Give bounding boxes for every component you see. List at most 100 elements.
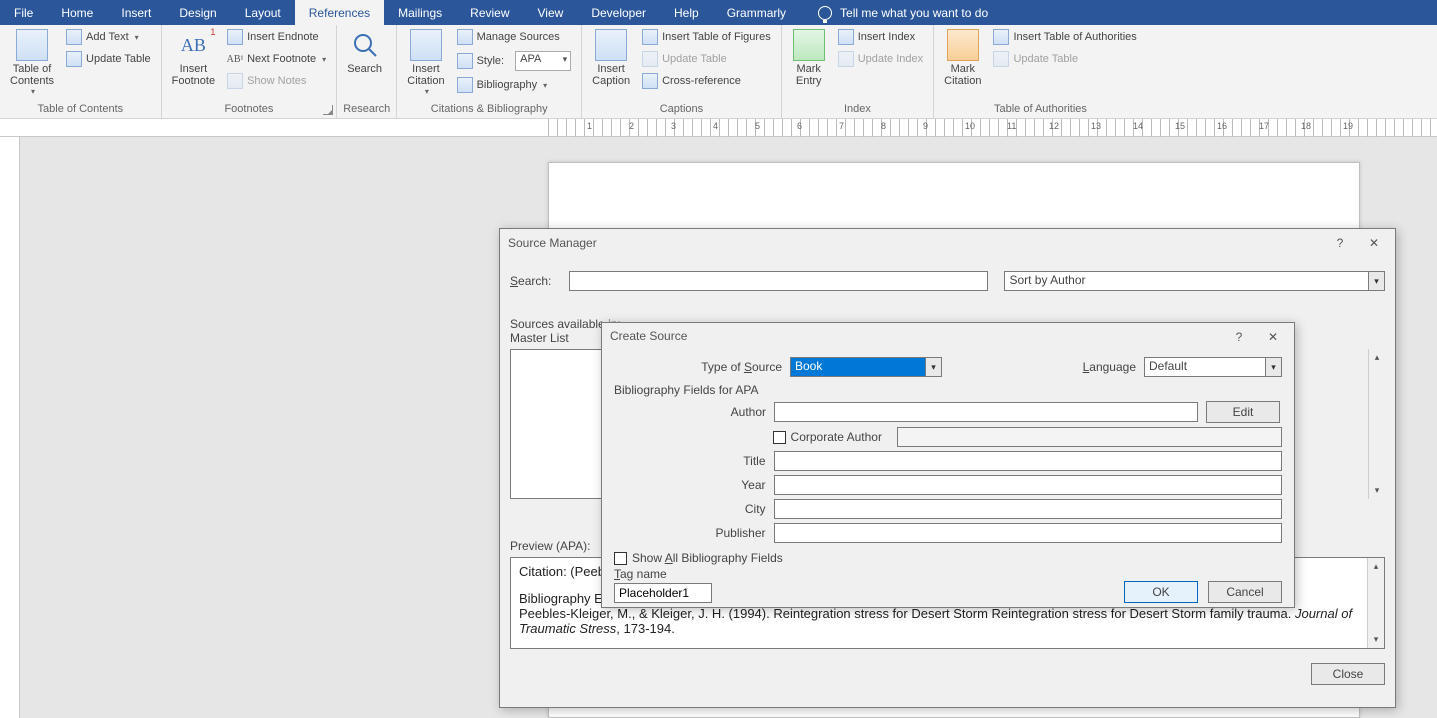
tab-home[interactable]: Home [47, 0, 107, 25]
footnote-icon: AB1 [177, 29, 209, 61]
insert-toa-button[interactable]: Insert Table of Authorities [989, 27, 1140, 47]
tab-layout[interactable]: Layout [231, 0, 295, 25]
title-input[interactable] [774, 451, 1282, 471]
language-dropdown[interactable]: Default▾ [1144, 357, 1282, 377]
update-index-button[interactable]: Update Index [834, 49, 927, 69]
update-table-label: Update Table [86, 53, 151, 65]
style-dropdown[interactable]: APA [515, 51, 571, 71]
chevron-down-icon: ▾ [425, 87, 429, 96]
show-notes-label: Show Notes [247, 75, 306, 87]
style-label: Style: [477, 55, 505, 67]
table-of-contents-button[interactable]: Table of Contents ▾ [6, 27, 58, 101]
author-label: Author [614, 405, 774, 419]
tab-references[interactable]: References [295, 0, 384, 25]
sort-by-dropdown[interactable]: Sort by Author▾ [1004, 271, 1385, 291]
update-tof-label: Update Table [662, 53, 727, 65]
cancel-button[interactable]: Cancel [1208, 581, 1282, 603]
ruler-number: 6 [797, 121, 802, 131]
current-list-scrollbar[interactable]: ▴ ▾ [1368, 349, 1385, 499]
corporate-author-checkbox[interactable]: Corporate Author [773, 430, 892, 444]
scroll-up-icon[interactable]: ▴ [1368, 558, 1384, 575]
ruler-number: 19 [1343, 121, 1353, 131]
year-input[interactable] [774, 475, 1282, 495]
type-of-source-dropdown[interactable]: Book▾ [790, 357, 942, 377]
tab-review[interactable]: Review [456, 0, 523, 25]
add-text-icon [66, 29, 82, 45]
author-input[interactable] [774, 402, 1198, 422]
edit-author-button[interactable]: Edit [1206, 401, 1280, 423]
update-tof-button[interactable]: Update Table [638, 49, 775, 69]
ok-button[interactable]: OK [1124, 581, 1198, 603]
help-icon[interactable]: ? [1222, 323, 1256, 351]
scroll-up-icon[interactable]: ▴ [1369, 349, 1385, 366]
scroll-down-icon[interactable]: ▾ [1369, 482, 1385, 499]
source-manager-titlebar[interactable]: Source Manager ? ✕ [500, 229, 1395, 257]
close-icon[interactable]: ✕ [1357, 229, 1391, 257]
show-notes-button[interactable]: Show Notes [223, 71, 330, 91]
tab-developer[interactable]: Developer [577, 0, 660, 25]
cross-reference-button[interactable]: Cross-reference [638, 71, 775, 91]
search-label: Search: [510, 274, 559, 288]
insert-footnote-button[interactable]: AB1 Insert Footnote [168, 27, 219, 101]
tell-me[interactable]: Tell me what you want to do [818, 0, 988, 25]
close-button[interactable]: Close [1311, 663, 1385, 685]
search-input[interactable] [569, 271, 988, 291]
insert-caption-button[interactable]: Insert Caption [588, 27, 634, 101]
update-toa-button[interactable]: Update Table [989, 49, 1140, 69]
bibliography-button[interactable]: Bibliography▾ [453, 75, 576, 95]
add-text-button[interactable]: Add Text▾ [62, 27, 155, 47]
footnotes-dialog-launcher[interactable] [323, 105, 333, 115]
insert-toa-icon [993, 29, 1009, 45]
publisher-input[interactable] [774, 523, 1282, 543]
insert-index-button[interactable]: Insert Index [834, 27, 927, 47]
tag-name-input[interactable] [614, 583, 712, 603]
tof-icon [642, 29, 658, 45]
chevron-down-icon: ▾ [135, 33, 139, 42]
scroll-down-icon[interactable]: ▾ [1368, 631, 1384, 648]
ruler-number: 2 [629, 121, 634, 131]
search-label: Search [347, 63, 382, 75]
horizontal-ruler[interactable]: 12345678910111213141516171819 [0, 119, 1437, 137]
city-input[interactable] [774, 499, 1282, 519]
group-captions-label: Captions [588, 101, 775, 118]
close-icon[interactable]: ✕ [1256, 323, 1290, 351]
tab-file[interactable]: File [0, 0, 47, 25]
insert-endnote-button[interactable]: Insert Endnote [223, 27, 330, 47]
show-all-fields-checkbox[interactable]: Show All Bibliography Fields [614, 551, 783, 565]
ribbon: Table of Contents ▾ Add Text▾ Update Tab… [0, 25, 1437, 119]
tab-grammarly[interactable]: Grammarly [713, 0, 800, 25]
update-toa-icon [993, 51, 1009, 67]
tab-insert[interactable]: Insert [107, 0, 165, 25]
create-source-titlebar[interactable]: Create Source ? ✕ [602, 323, 1294, 349]
tab-mailings[interactable]: Mailings [384, 0, 456, 25]
toc-icon [16, 29, 48, 61]
corporate-author-input[interactable] [897, 427, 1282, 447]
insert-index-icon [838, 29, 854, 45]
mark-citation-button[interactable]: Mark Citation [940, 27, 985, 101]
manage-sources-button[interactable]: Manage Sources [453, 27, 576, 47]
search-button[interactable]: Search [343, 27, 386, 101]
insert-endnote-label: Insert Endnote [247, 31, 319, 43]
chevron-down-icon: ▾ [1265, 358, 1281, 376]
next-footnote-icon: AB¹ [227, 51, 243, 67]
publisher-label: Publisher [614, 526, 774, 540]
vertical-ruler[interactable] [0, 137, 20, 718]
tab-help[interactable]: Help [660, 0, 713, 25]
preview-scrollbar[interactable]: ▴ ▾ [1367, 558, 1384, 648]
tab-view[interactable]: View [524, 0, 578, 25]
group-citations-label: Citations & Bibliography [403, 101, 575, 118]
insert-tof-button[interactable]: Insert Table of Figures [638, 27, 775, 47]
group-index: Mark Entry Insert Index Update Index Ind… [782, 25, 934, 118]
source-manager-title: Source Manager [508, 236, 597, 250]
style-selector[interactable]: Style: APA [453, 49, 576, 73]
help-icon[interactable]: ? [1323, 229, 1357, 257]
group-citations: Insert Citation ▾ Manage Sources Style: … [397, 25, 582, 118]
ruler-number: 8 [881, 121, 886, 131]
tab-design[interactable]: Design [165, 0, 230, 25]
insert-citation-button[interactable]: Insert Citation ▾ [403, 27, 448, 101]
manage-sources-icon [457, 29, 473, 45]
next-footnote-button[interactable]: AB¹Next Footnote▾ [223, 49, 330, 69]
update-table-button[interactable]: Update Table [62, 49, 155, 69]
update-index-label: Update Index [858, 53, 923, 65]
mark-entry-button[interactable]: Mark Entry [788, 27, 830, 101]
